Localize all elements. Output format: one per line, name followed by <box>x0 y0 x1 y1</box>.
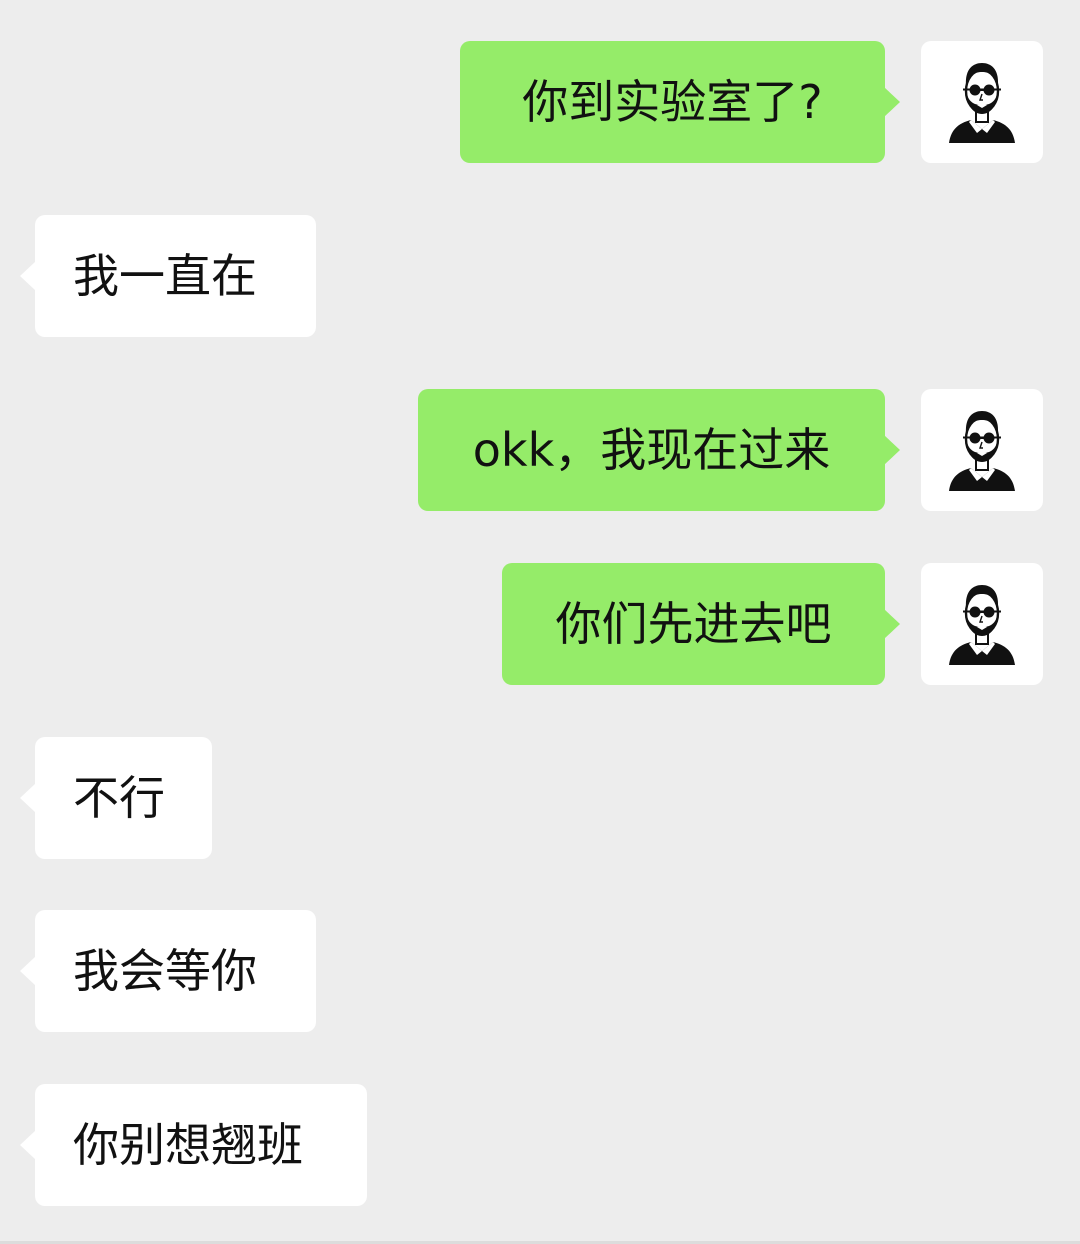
avatar[interactable] <box>921 41 1043 163</box>
message-row-outgoing: 你们先进去吧 <box>0 563 1080 685</box>
message-row-outgoing: 你到实验室了? <box>0 41 1080 163</box>
avatar[interactable] <box>921 563 1043 685</box>
message-bubble-outgoing[interactable]: okk，我现在过来 <box>418 389 900 511</box>
message-bubble-outgoing[interactable]: 你们先进去吧 <box>502 563 900 685</box>
message-row-incoming: 你别想翘班 <box>0 1084 1080 1206</box>
message-row-outgoing: okk，我现在过来 <box>0 389 1080 511</box>
message-row-incoming: 我会等你 <box>0 910 1080 1032</box>
message-bubble-incoming[interactable]: 我一直在 <box>20 215 316 337</box>
bearded-man-sunglasses-icon <box>947 407 1017 491</box>
chat-window: 你到实验室了? 我一直在 okk，我现在过来 你们先进去吧 不行 我会等你 你别… <box>0 0 1080 1244</box>
message-bubble-incoming[interactable]: 你别想翘班 <box>20 1084 367 1206</box>
message-bubble-incoming[interactable]: 不行 <box>20 737 212 859</box>
bearded-man-sunglasses-icon <box>947 59 1017 143</box>
avatar[interactable] <box>921 389 1043 511</box>
message-row-incoming: 不行 <box>0 737 1080 859</box>
message-bubble-outgoing[interactable]: 你到实验室了? <box>460 41 900 163</box>
bearded-man-sunglasses-icon <box>947 581 1017 665</box>
message-bubble-incoming[interactable]: 我会等你 <box>20 910 316 1032</box>
message-row-incoming: 我一直在 <box>0 215 1080 337</box>
